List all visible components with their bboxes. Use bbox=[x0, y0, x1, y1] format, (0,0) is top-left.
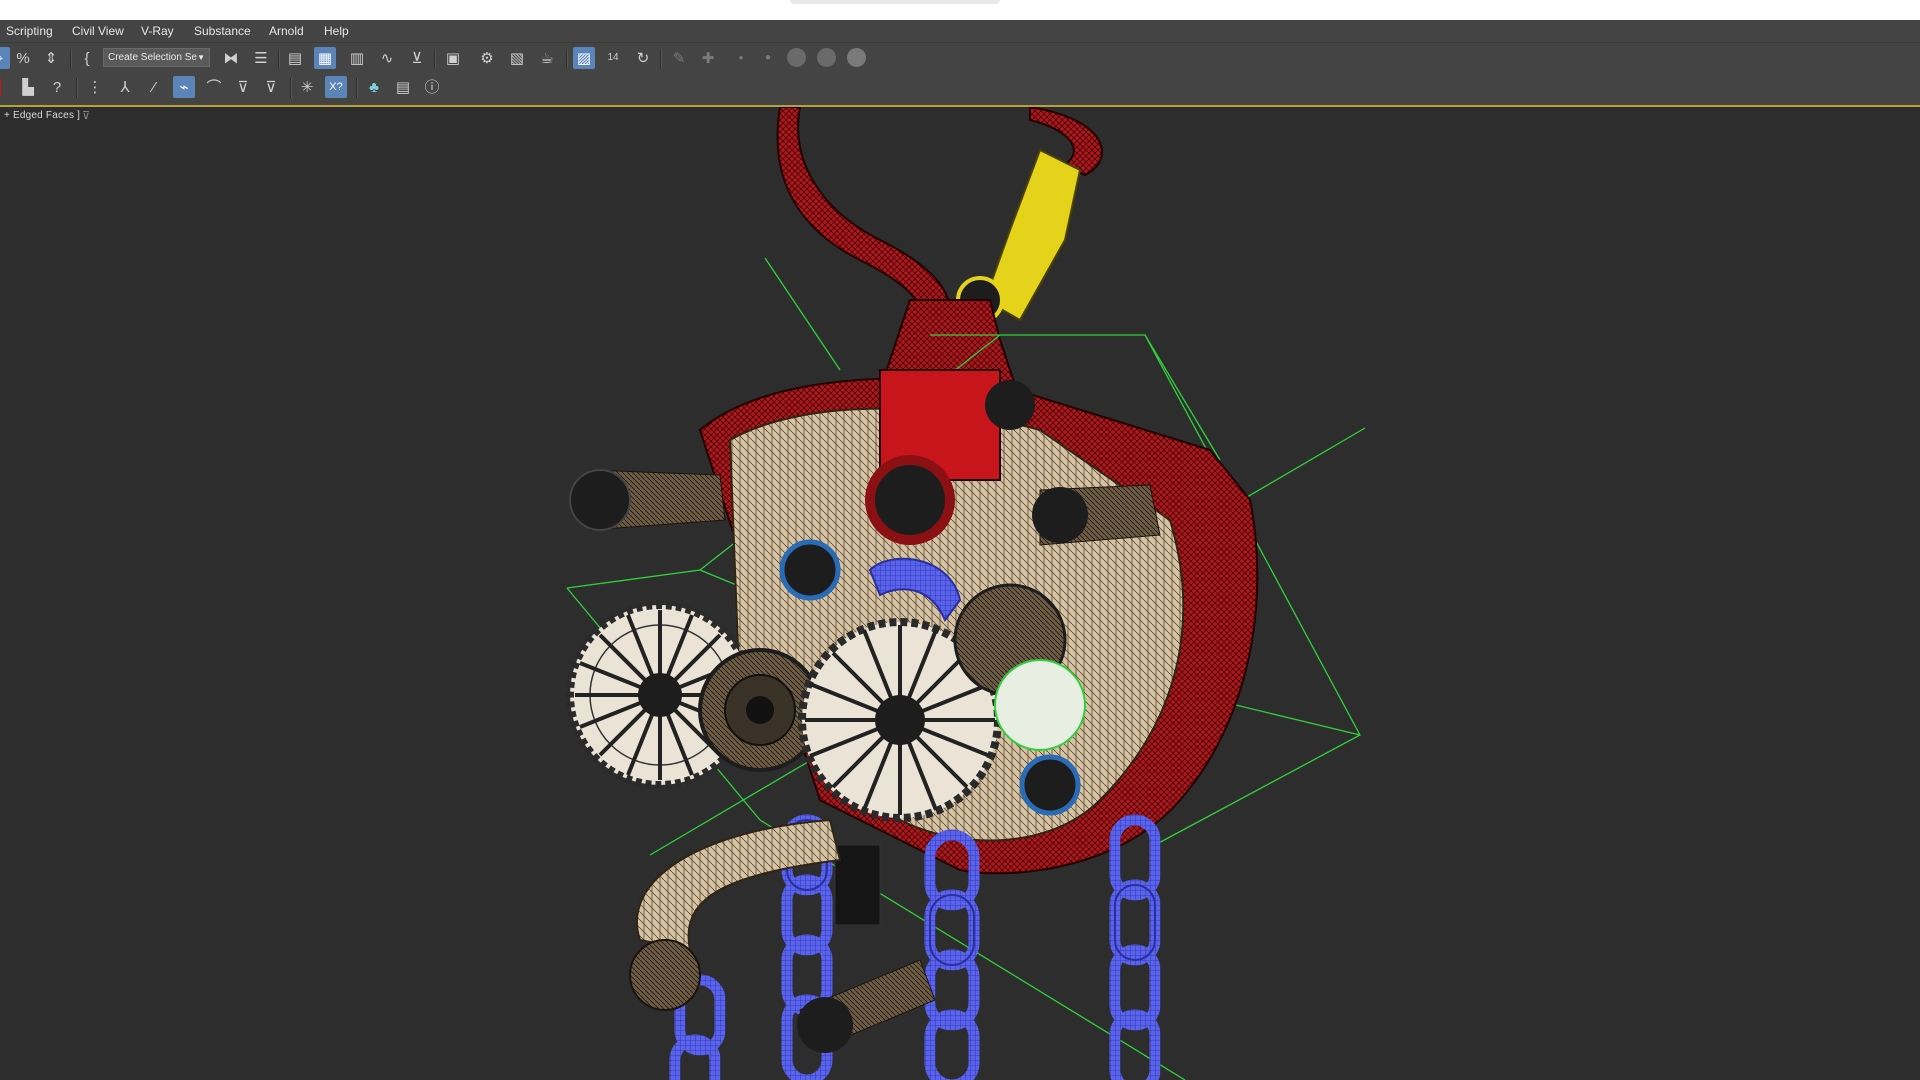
spinner-snap-icon[interactable]: ⇕ bbox=[40, 47, 62, 69]
viewport-perspective[interactable] bbox=[0, 107, 1920, 1080]
menu-help[interactable]: Help bbox=[324, 20, 349, 42]
main-toolbar: ⌖ % ⇕ { Create Selection Se▼ ⧓ ☰ ▤ ▦ ▥ ∿… bbox=[0, 43, 1920, 72]
mirror-icon[interactable]: ⧓ bbox=[220, 47, 242, 69]
toggle-ribbon-icon[interactable]: ▥ bbox=[346, 47, 368, 69]
menu-scripting[interactable]: Scripting bbox=[6, 20, 53, 42]
refresh-icon[interactable]: ↻ bbox=[632, 47, 654, 69]
red-marker-icon[interactable]: ▌ bbox=[0, 76, 12, 98]
spring-icon[interactable]: ✳ bbox=[296, 76, 318, 98]
dot-small-icon[interactable]: ● bbox=[730, 47, 752, 69]
menu-arnold[interactable]: Arnold bbox=[269, 20, 304, 42]
menu-vray[interactable]: V-Ray bbox=[141, 20, 174, 42]
grid-icon[interactable]: ⋮ bbox=[84, 76, 106, 98]
bind-icon[interactable]: ⌁ bbox=[173, 76, 195, 98]
tool-icon[interactable]: ✎ bbox=[668, 47, 690, 69]
circle-1-icon[interactable] bbox=[787, 48, 806, 67]
gear-middle bbox=[698, 648, 822, 772]
named-selection-set-dropdown[interactable]: Create Selection Se ▼ bbox=[103, 48, 210, 67]
secondary-toolbar: ▌ ▙ ? ⋮ ⅄ ⁄ ⌁ ⌒ ⊽ ⊽ ✳ X? ♣ ▤ ⓘ bbox=[0, 72, 1920, 107]
question-icon[interactable]: ⓘ bbox=[421, 76, 443, 98]
window-notch bbox=[790, 0, 1000, 4]
counter-14-icon[interactable]: 14 bbox=[602, 47, 624, 69]
menu-substance[interactable]: Substance bbox=[194, 20, 251, 42]
help-icon[interactable]: ? bbox=[46, 76, 68, 98]
edit-named-selection-icon[interactable]: { bbox=[76, 47, 98, 69]
unlink-icon[interactable]: ⌒ bbox=[203, 76, 225, 98]
filter-icon[interactable]: ⊽ bbox=[260, 76, 282, 98]
schematic-view-icon[interactable]: ⊻ bbox=[406, 47, 428, 69]
viewport-filter-icon[interactable]: ⊽ bbox=[82, 109, 90, 122]
bone-icon[interactable]: ⅄ bbox=[114, 76, 136, 98]
align-icon[interactable]: ☰ bbox=[250, 47, 272, 69]
spline-icon[interactable]: ⊽ bbox=[232, 76, 254, 98]
rendered-frame-window-icon[interactable]: ▧ bbox=[506, 47, 528, 69]
dot-medium-icon[interactable]: ● bbox=[757, 47, 779, 69]
render-setup-icon[interactable]: ⚙ bbox=[476, 47, 498, 69]
layer-explorer-icon[interactable]: ▦ bbox=[314, 47, 336, 69]
save-icon[interactable]: ▨ bbox=[573, 47, 595, 69]
list-icon[interactable]: ▤ bbox=[392, 76, 414, 98]
circle-2-icon[interactable] bbox=[817, 48, 836, 67]
menu-civil-view[interactable]: Civil View bbox=[72, 20, 124, 42]
viewport-shading-label[interactable]: + Edged Faces ] bbox=[4, 110, 80, 121]
scene-explorer-icon[interactable]: ▤ bbox=[284, 47, 306, 69]
material-editor-icon[interactable]: ▣ bbox=[442, 47, 464, 69]
snap-toggle-icon[interactable]: ⌖ bbox=[0, 47, 10, 69]
chain-hoist-model bbox=[566, 107, 1366, 1080]
menu-bar: Scripting Civil View V-Ray Substance Arn… bbox=[0, 20, 1920, 43]
manage-icon[interactable]: ▙ bbox=[17, 76, 39, 98]
render-production-icon[interactable]: ☕ bbox=[536, 47, 558, 69]
top-white-strip bbox=[0, 0, 1920, 20]
curve-editor-icon[interactable]: ∿ bbox=[376, 47, 398, 69]
xform-icon[interactable]: X? bbox=[325, 76, 347, 98]
link-icon[interactable]: ⁄ bbox=[143, 76, 165, 98]
percent-snap-icon[interactable]: % bbox=[12, 47, 34, 69]
circle-3-icon[interactable] bbox=[847, 48, 866, 67]
tree-icon[interactable]: ♣ bbox=[363, 76, 385, 98]
plus-icon[interactable]: ✚ bbox=[697, 47, 719, 69]
